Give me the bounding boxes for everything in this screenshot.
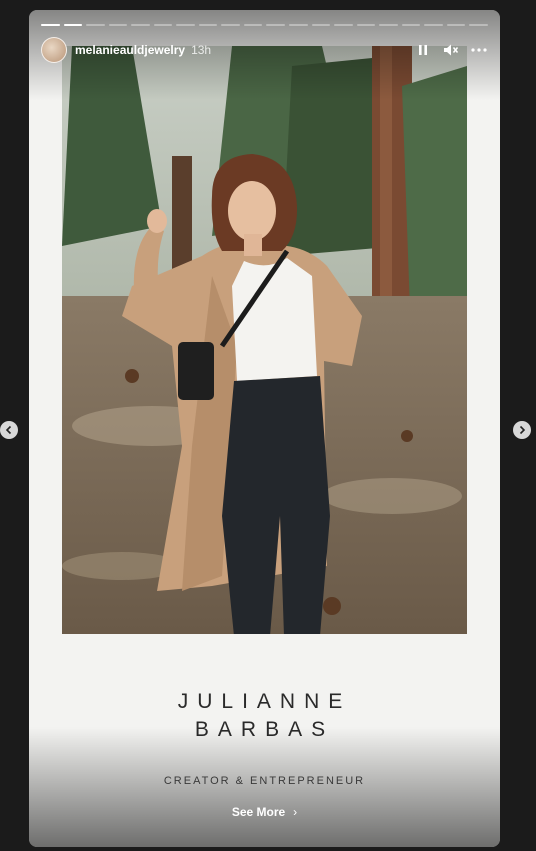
subtitle: CREATOR & ENTREPRENEUR xyxy=(163,775,366,787)
progress-segment xyxy=(334,24,353,26)
story-viewer[interactable]: melanieauldjewelry 13h JULIANNE CREATOR … xyxy=(29,10,500,847)
progress-segment xyxy=(266,24,286,26)
more-options-button[interactable] xyxy=(470,41,488,59)
see-more-label: See More xyxy=(231,805,286,819)
progress-segment xyxy=(446,24,466,26)
progress-segment xyxy=(108,24,128,26)
story-controls xyxy=(414,41,488,59)
progress-segment xyxy=(131,24,150,26)
story-header: melanieauldjewelry 13h xyxy=(41,36,488,64)
story-progress-bar xyxy=(41,24,488,26)
pause-icon xyxy=(419,45,427,55)
pause-button[interactable] xyxy=(414,41,432,59)
progress-segment xyxy=(356,24,376,26)
avatar[interactable] xyxy=(41,37,67,63)
progress-segment xyxy=(41,24,60,26)
mute-icon xyxy=(444,44,459,56)
chevron-left-icon xyxy=(5,425,12,435)
story-photo xyxy=(62,46,467,634)
progress-segment xyxy=(221,24,240,26)
progress-segment xyxy=(379,24,398,26)
bottom-gradient-overlay xyxy=(29,727,500,847)
previous-story-button[interactable] xyxy=(0,421,18,439)
progress-fill xyxy=(63,24,83,26)
progress-segment xyxy=(243,24,263,26)
mute-button[interactable] xyxy=(442,41,460,59)
forest-portrait-image xyxy=(62,46,467,634)
more-icon xyxy=(471,48,487,52)
progress-segment xyxy=(311,24,331,26)
progress-segment xyxy=(289,24,308,26)
chevron-right-icon: › xyxy=(293,805,298,819)
username[interactable]: melanieauldjewelry xyxy=(75,43,185,57)
name-line-1: JULIANNE xyxy=(177,690,352,713)
next-story-button[interactable] xyxy=(513,421,531,439)
progress-segment xyxy=(198,24,218,26)
chevron-right-icon xyxy=(519,425,526,435)
progress-segment xyxy=(153,24,173,26)
see-more-link[interactable]: See More › xyxy=(29,805,500,819)
progress-segment xyxy=(176,24,195,26)
progress-fill xyxy=(41,24,60,26)
progress-segment xyxy=(401,24,421,26)
progress-segment xyxy=(86,24,105,26)
progress-segment xyxy=(469,24,488,26)
progress-segment xyxy=(63,24,83,26)
progress-segment xyxy=(424,24,443,26)
post-time: 13h xyxy=(191,43,212,57)
